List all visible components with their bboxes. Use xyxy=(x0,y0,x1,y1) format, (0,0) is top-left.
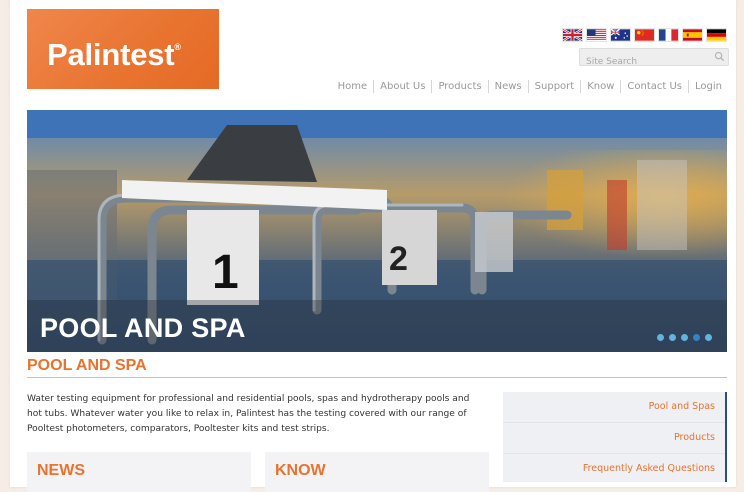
uk-flag-icon[interactable] xyxy=(562,28,583,42)
slider-dot[interactable] xyxy=(657,334,664,341)
hero-banner[interactable]: 1 2 POOL AND SPA xyxy=(27,110,727,352)
search-icon[interactable] xyxy=(714,51,725,62)
section-divider xyxy=(27,377,727,378)
main-nav: Home About Us Products News Support Know… xyxy=(332,80,728,93)
nav-about-us[interactable]: About Us xyxy=(373,80,431,93)
news-box: NEWS xyxy=(27,452,251,492)
slider-dots xyxy=(657,334,712,341)
language-flags xyxy=(562,28,727,42)
sidebar-link-pool-and-spas[interactable]: Pool and Spas xyxy=(503,392,725,423)
sidebar-links: Pool and Spas Products Frequently Asked … xyxy=(503,392,727,482)
nav-news[interactable]: News xyxy=(487,80,528,93)
logo-text: Palintest® xyxy=(47,37,181,72)
slider-dot[interactable] xyxy=(681,334,688,341)
us-flag-icon[interactable] xyxy=(586,28,607,42)
page: Palintest® Home About Us Products News S… xyxy=(10,0,736,492)
sidebar-link-products[interactable]: Products xyxy=(503,423,725,454)
search-input[interactable] xyxy=(580,54,712,70)
lane-number-2: 2 xyxy=(389,240,408,278)
nav-contact-us[interactable]: Contact Us xyxy=(620,80,688,93)
site-search xyxy=(579,48,729,70)
slider-dot-active[interactable] xyxy=(693,334,700,341)
cn-flag-icon[interactable] xyxy=(634,28,655,42)
nav-products[interactable]: Products xyxy=(431,80,487,93)
fr-flag-icon[interactable] xyxy=(658,28,679,42)
nav-support[interactable]: Support xyxy=(527,80,581,93)
au-flag-icon[interactable] xyxy=(610,28,631,42)
nav-home[interactable]: Home xyxy=(332,80,374,93)
slider-dot[interactable] xyxy=(669,334,676,341)
nav-know[interactable]: Know xyxy=(580,80,620,93)
know-title[interactable]: KNOW xyxy=(275,462,326,480)
hero-caption: POOL AND SPA xyxy=(40,313,246,343)
logo[interactable]: Palintest® xyxy=(27,9,219,89)
intro-paragraph: Water testing equipment for professional… xyxy=(27,394,470,434)
lane-number-1: 1 xyxy=(212,246,239,299)
nav-login[interactable]: Login xyxy=(688,80,728,93)
slider-dot[interactable] xyxy=(705,334,712,341)
know-box: KNOW xyxy=(265,452,489,492)
section-title: POOL AND SPA xyxy=(27,357,147,374)
de-flag-icon[interactable] xyxy=(706,28,727,42)
sidebar-link-faq[interactable]: Frequently Asked Questions xyxy=(503,454,725,484)
news-title[interactable]: NEWS xyxy=(37,462,85,480)
es-flag-icon[interactable] xyxy=(682,28,703,42)
